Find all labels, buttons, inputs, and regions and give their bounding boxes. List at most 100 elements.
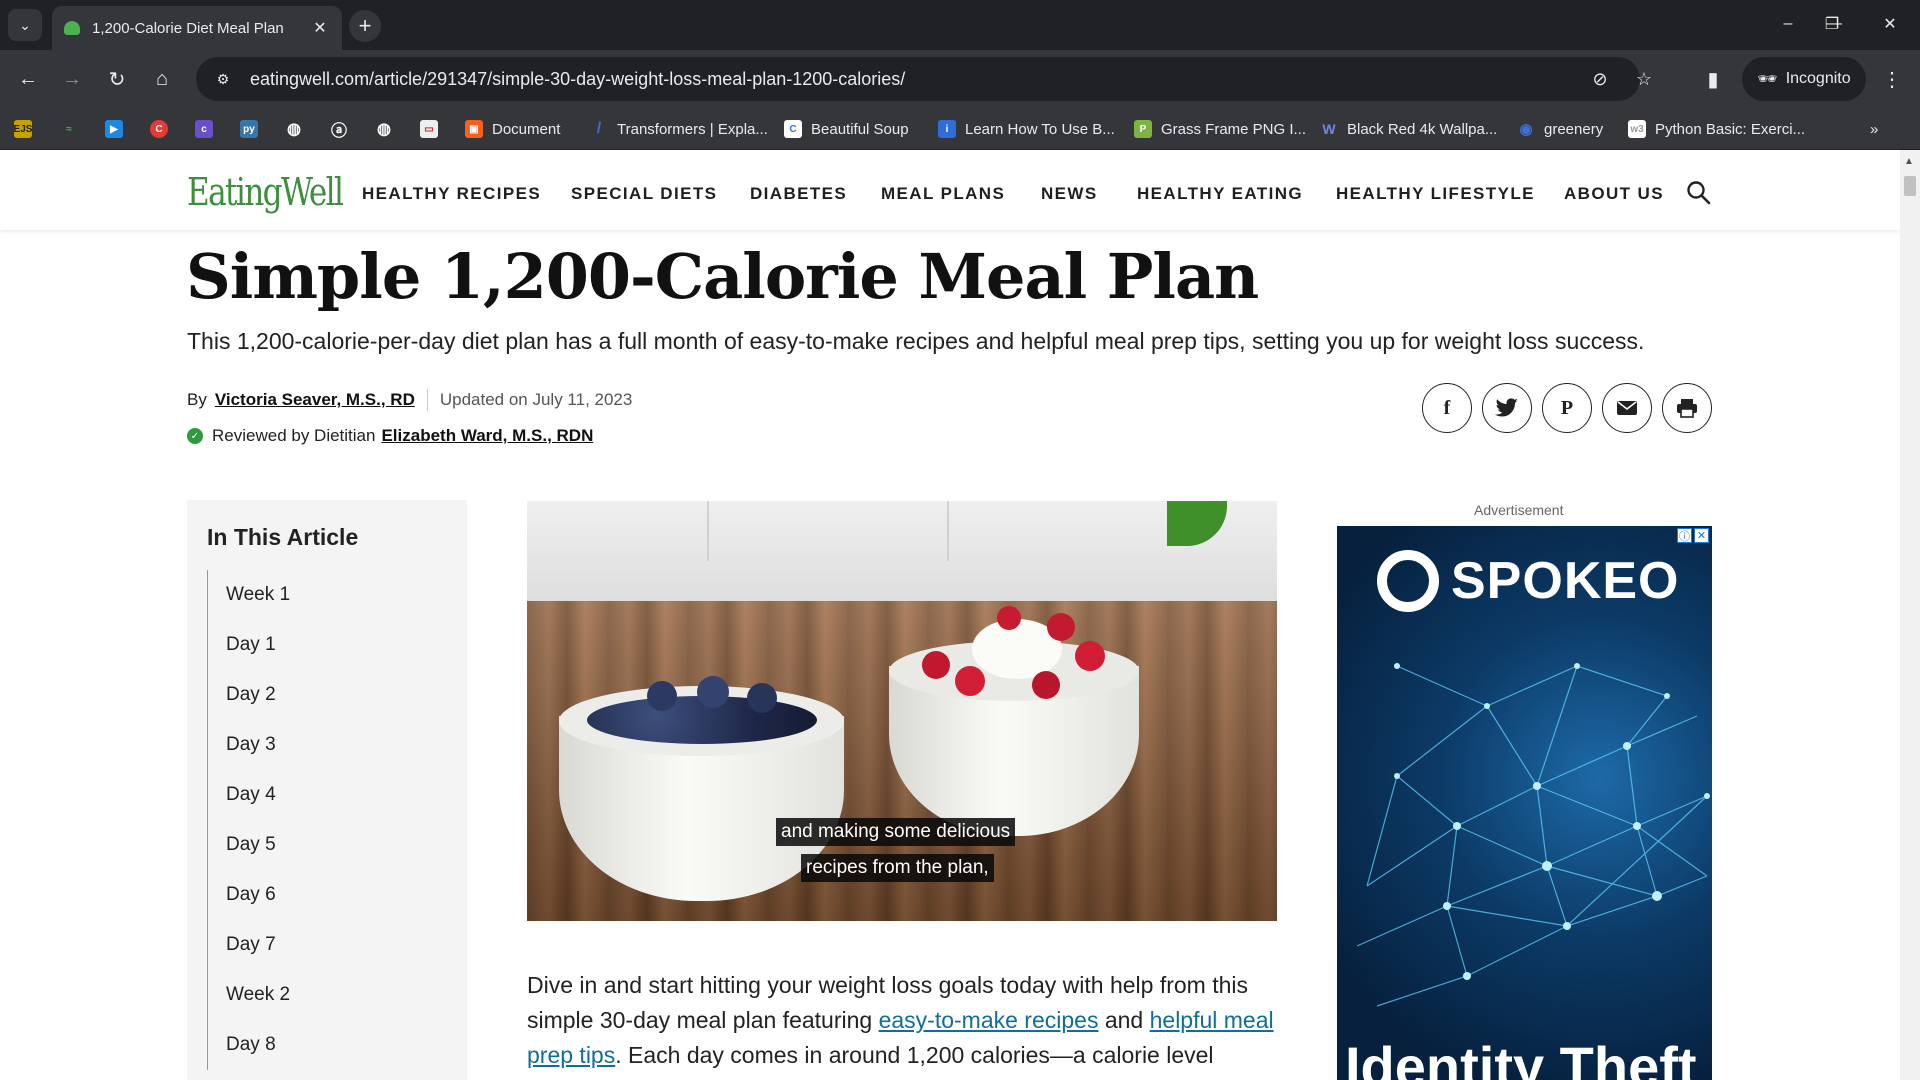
video-background-wall: [527, 501, 1277, 611]
twitter-icon: [1495, 398, 1518, 417]
bookmark-a[interactable]: ⓐ: [330, 116, 348, 142]
tracking-protection-eye-icon[interactable]: ⊘: [1588, 67, 1612, 91]
bookmark-python-basic[interactable]: w3 Python Basic: Exerci...: [1628, 116, 1805, 142]
print-button[interactable]: [1662, 383, 1712, 433]
advertisement-label: Advertisement: [1474, 502, 1564, 518]
bookmark-learn-how[interactable]: i Learn How To Use B...: [938, 116, 1115, 142]
presentation-icon: ▭: [420, 120, 438, 138]
ad-close-icon[interactable]: ✕: [1694, 528, 1709, 543]
tab-search-menu-button[interactable]: ⌄: [8, 9, 42, 41]
bookmark-label: Python Basic: Exerci...: [1655, 120, 1806, 138]
tile-line: [707, 501, 709, 561]
page-scrollbar[interactable]: ▲: [1900, 150, 1920, 1080]
nav-healthy-recipes[interactable]: HEALTHY RECIPES: [362, 184, 541, 204]
nav-diabetes[interactable]: DIABETES: [750, 184, 847, 204]
minimize-window-button[interactable]: –: [1768, 8, 1808, 40]
grass-frame-favicon-icon: P: [1134, 120, 1152, 138]
side-panel-icon[interactable]: ▮: [1697, 63, 1729, 95]
toc-item-day-5[interactable]: Day 5: [208, 820, 447, 870]
bookmark-beautiful-soup[interactable]: C Beautiful Soup: [784, 116, 909, 142]
bookmark-document[interactable]: ▣ Document: [465, 116, 560, 142]
incognito-label: Incognito: [1785, 70, 1851, 87]
share-pinterest-button[interactable]: P: [1542, 383, 1592, 433]
bookmarks-bar: EJS ≈ ▶ C c py ◍ ⓐ ◍ ▭ ▣ Document / Transf…: [0, 108, 1920, 150]
site-info-icon[interactable]: ⚙: [212, 68, 234, 90]
scroll-up-arrow-icon[interactable]: ▲: [1904, 156, 1914, 167]
nav-healthy-eating[interactable]: HEALTHY EATING: [1137, 184, 1303, 204]
bookmark-transformers[interactable]: / Transformers | Expla...: [590, 116, 768, 142]
address-bar[interactable]: ⚙ eatingwell.com/article/291347/simple-3…: [196, 57, 1652, 101]
share-email-button[interactable]: [1602, 383, 1652, 433]
raspberry: [1032, 671, 1060, 699]
nav-about-us[interactable]: ABOUT US: [1564, 184, 1664, 204]
bookmark-black-red[interactable]: W Black Red 4k Wallpa...: [1320, 116, 1497, 142]
toc-item-day-6[interactable]: Day 6: [208, 870, 447, 920]
video-caption-line-1: and making some delicious: [776, 818, 1016, 846]
toc-item-day-7[interactable]: Day 7: [208, 920, 447, 970]
author-link[interactable]: Victoria Seaver, M.S., RD: [215, 390, 415, 410]
close-tab-icon[interactable]: ✕: [310, 18, 330, 38]
globe-icon: ◍: [287, 121, 301, 138]
incognito-icon: 🕶: [1757, 71, 1778, 88]
greenery-favicon-icon: ◉: [1519, 121, 1533, 138]
bookmark-colorlib[interactable]: c: [195, 116, 213, 142]
spokeo-mark-icon: [1377, 550, 1439, 612]
url-text[interactable]: eatingwell.com/article/291347/simple-30-…: [250, 69, 905, 90]
eatingwell-logo[interactable]: EatingWell: [187, 170, 344, 214]
bookmark-star-icon[interactable]: ☆: [1632, 67, 1656, 91]
share-facebook-button[interactable]: f: [1422, 383, 1472, 433]
back-arrow-icon[interactable]: ←: [12, 63, 44, 95]
raspberry: [997, 606, 1021, 630]
ad-choices-icon[interactable]: ⓘ: [1677, 528, 1692, 543]
toc-item-day-4[interactable]: Day 4: [208, 770, 447, 820]
reviewed-label: Reviewed by Dietitian: [212, 426, 376, 445]
circle-a-icon: ⓐ: [330, 123, 347, 140]
scrollbar-thumb[interactable]: [1904, 176, 1916, 196]
reload-icon[interactable]: ↻: [101, 63, 133, 95]
nav-healthy-lifestyle[interactable]: HEALTHY LIFESTYLE: [1336, 184, 1535, 204]
email-icon: [1617, 401, 1637, 415]
c-favicon-icon: C: [784, 120, 802, 138]
bookmark-red[interactable]: C: [150, 116, 168, 142]
toc-item-day-1[interactable]: Day 1: [208, 620, 447, 670]
nav-meal-plans[interactable]: MEAL PLANS: [881, 184, 1005, 204]
share-twitter-button[interactable]: [1482, 383, 1532, 433]
close-window-button[interactable]: ✕: [1870, 8, 1910, 40]
blueberry: [697, 676, 729, 708]
new-tab-button[interactable]: +: [349, 10, 381, 42]
incognito-badge[interactable]: 🕶 Incognito: [1742, 57, 1866, 101]
bookmark-green[interactable]: ≈: [60, 116, 78, 142]
restore-window-button[interactable]: ❐: [1812, 8, 1852, 40]
video-icon: ▶: [105, 120, 123, 138]
bookmark-python[interactable]: py: [240, 116, 258, 142]
toc-list: Week 1 Day 1 Day 2 Day 3 Day 4 Day 5 Day…: [207, 570, 447, 1070]
browser-tab[interactable]: 1,200-Calorie Diet Meal Plan ✕: [52, 6, 342, 50]
search-icon[interactable]: [1686, 180, 1712, 206]
bookmark-grass-frame[interactable]: P Grass Frame PNG I...: [1134, 116, 1306, 142]
toc-item-week-2[interactable]: Week 2: [208, 970, 447, 1020]
more-bookmarks-chevron-icon[interactable]: »: [1870, 116, 1878, 142]
facebook-icon: f: [1443, 396, 1451, 419]
reviewer-link[interactable]: Elizabeth Ward, M.S., RDN: [381, 426, 593, 446]
article-subtitle: This 1,200-calorie-per-day diet plan has…: [187, 328, 1645, 354]
bookmark-slides[interactable]: ▭: [420, 116, 438, 142]
toc-item-day-2[interactable]: Day 2: [208, 670, 447, 720]
bookmark-globe-2[interactable]: ◍: [375, 116, 393, 142]
video-player[interactable]: and making some delicious recipes from t…: [527, 501, 1277, 921]
toc-item-day-8[interactable]: Day 8: [208, 1020, 447, 1070]
bookmark-greenery[interactable]: ◉ greenery: [1517, 116, 1603, 142]
forward-arrow-icon[interactable]: →: [56, 63, 88, 95]
nav-special-diets[interactable]: SPECIAL DIETS: [571, 184, 717, 204]
eatingwell-favicon-icon: [64, 21, 80, 35]
browser-menu-icon[interactable]: ⋮: [1876, 63, 1908, 95]
tab-title: 1,200-Calorie Diet Meal Plan: [92, 19, 284, 37]
home-icon[interactable]: ⌂: [146, 63, 178, 95]
bookmark-globe-1[interactable]: ◍: [285, 116, 303, 142]
bookmark-ejs[interactable]: EJS: [14, 116, 32, 142]
spokeo-advertisement[interactable]: ⓘ ✕ SPOKEO Identity Theft: [1337, 526, 1712, 1080]
nav-news[interactable]: NEWS: [1041, 184, 1098, 204]
bookmark-video[interactable]: ▶: [105, 116, 123, 142]
easy-recipes-link[interactable]: easy-to-make recipes: [879, 1007, 1099, 1033]
toc-item-day-3[interactable]: Day 3: [208, 720, 447, 770]
toc-item-week-1[interactable]: Week 1: [208, 570, 447, 620]
